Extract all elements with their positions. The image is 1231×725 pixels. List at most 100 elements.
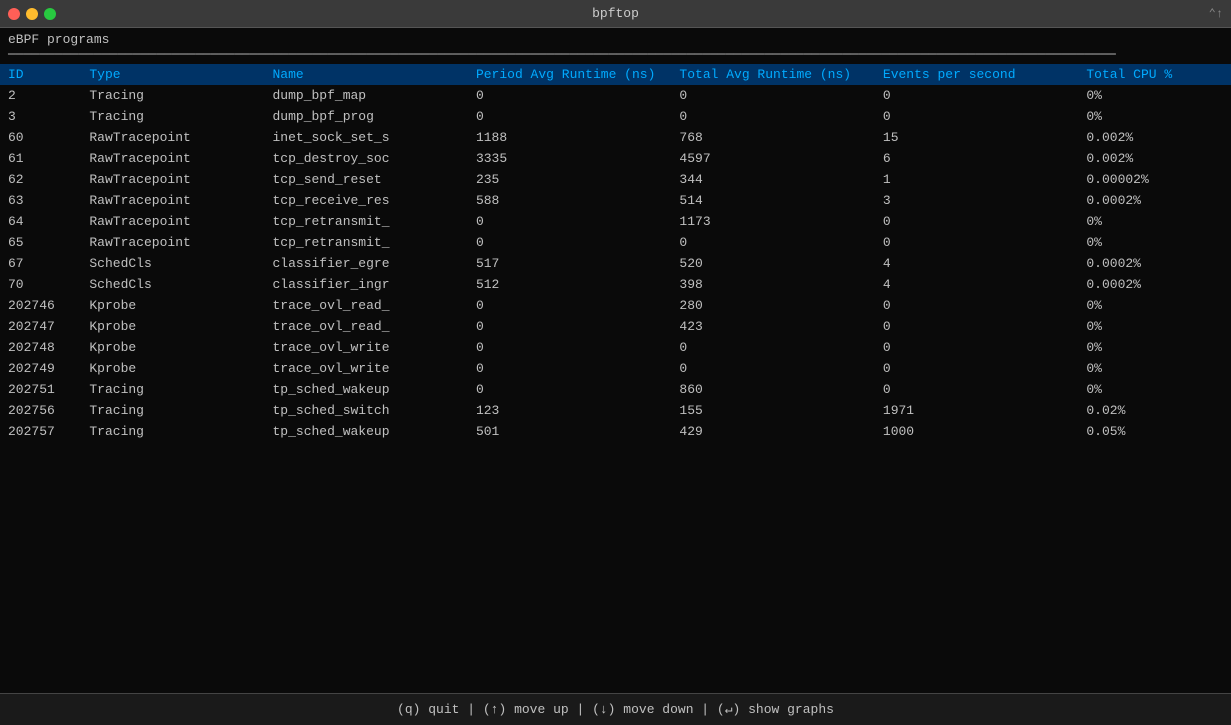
cell-type: Kprobe bbox=[81, 316, 264, 337]
titlebar-shortcut: ⌃↑ bbox=[1209, 6, 1223, 21]
cell-cpu: 0.0002% bbox=[1078, 253, 1231, 274]
cell-period: 512 bbox=[468, 274, 671, 295]
table-row[interactable]: 63RawTracepointtcp_receive_res58851430.0… bbox=[0, 190, 1231, 211]
cell-name: inet_sock_set_s bbox=[264, 127, 467, 148]
col-header-period: Period Avg Runtime (ns) bbox=[468, 64, 671, 85]
cell-total: 398 bbox=[671, 274, 874, 295]
cell-id: 62 bbox=[0, 169, 81, 190]
table-header-row: ID Type Name Period Avg Runtime (ns) Tot… bbox=[0, 64, 1231, 85]
cell-total: 280 bbox=[671, 295, 874, 316]
cell-total: 0 bbox=[671, 232, 874, 253]
table-row[interactable]: 65RawTracepointtcp_retransmit_0000% bbox=[0, 232, 1231, 253]
cell-name: dump_bpf_prog bbox=[264, 106, 467, 127]
cell-id: 60 bbox=[0, 127, 81, 148]
cell-id: 202757 bbox=[0, 421, 81, 442]
cell-type: RawTracepoint bbox=[81, 169, 264, 190]
cell-id: 202751 bbox=[0, 379, 81, 400]
main-content: eBPF programs ──────────────────────────… bbox=[0, 28, 1231, 693]
col-header-id: ID bbox=[0, 64, 81, 85]
cell-events: 4 bbox=[875, 253, 1078, 274]
table-row[interactable]: 67SchedClsclassifier_egre51752040.0002% bbox=[0, 253, 1231, 274]
table-row[interactable]: 60RawTracepointinet_sock_set_s1188768150… bbox=[0, 127, 1231, 148]
section-header: eBPF programs ──────────────────────────… bbox=[0, 28, 1231, 64]
cell-period: 0 bbox=[468, 232, 671, 253]
cell-total: 4597 bbox=[671, 148, 874, 169]
close-button[interactable] bbox=[8, 8, 20, 20]
cell-events: 1971 bbox=[875, 400, 1078, 421]
table-row[interactable]: 3Tracingdump_bpf_prog0000% bbox=[0, 106, 1231, 127]
cell-events: 0 bbox=[875, 316, 1078, 337]
cell-name: tcp_retransmit_ bbox=[264, 211, 467, 232]
cell-events: 0 bbox=[875, 358, 1078, 379]
cell-id: 202746 bbox=[0, 295, 81, 316]
cell-type: RawTracepoint bbox=[81, 232, 264, 253]
cell-events: 15 bbox=[875, 127, 1078, 148]
cell-period: 0 bbox=[468, 295, 671, 316]
table-row[interactable]: 64RawTracepointtcp_retransmit_0117300% bbox=[0, 211, 1231, 232]
cell-period: 588 bbox=[468, 190, 671, 211]
cell-cpu: 0% bbox=[1078, 337, 1231, 358]
cell-period: 0 bbox=[468, 106, 671, 127]
cell-name: tp_sched_switch bbox=[264, 400, 467, 421]
table-row[interactable]: 202746Kprobetrace_ovl_read_028000% bbox=[0, 295, 1231, 316]
table-row[interactable]: 61RawTracepointtcp_destroy_soc3335459760… bbox=[0, 148, 1231, 169]
table-row[interactable]: 202751Tracingtp_sched_wakeup086000% bbox=[0, 379, 1231, 400]
cell-cpu: 0% bbox=[1078, 358, 1231, 379]
cell-events: 0 bbox=[875, 85, 1078, 106]
table-row[interactable]: 202748Kprobetrace_ovl_write0000% bbox=[0, 337, 1231, 358]
cell-events: 1000 bbox=[875, 421, 1078, 442]
cell-name: tcp_retransmit_ bbox=[264, 232, 467, 253]
table-row[interactable]: 2Tracingdump_bpf_map0000% bbox=[0, 85, 1231, 106]
cell-name: tp_sched_wakeup bbox=[264, 421, 467, 442]
cell-period: 1188 bbox=[468, 127, 671, 148]
cell-events: 6 bbox=[875, 148, 1078, 169]
cell-period: 0 bbox=[468, 379, 671, 400]
window-controls bbox=[8, 8, 56, 20]
cell-total: 155 bbox=[671, 400, 874, 421]
cell-total: 520 bbox=[671, 253, 874, 274]
cell-name: tp_sched_wakeup bbox=[264, 379, 467, 400]
cell-id: 63 bbox=[0, 190, 81, 211]
table-row[interactable]: 70SchedClsclassifier_ingr51239840.0002% bbox=[0, 274, 1231, 295]
minimize-button[interactable] bbox=[26, 8, 38, 20]
table-row[interactable]: 62RawTracepointtcp_send_reset23534410.00… bbox=[0, 169, 1231, 190]
cell-type: RawTracepoint bbox=[81, 148, 264, 169]
table-row[interactable]: 202757Tracingtp_sched_wakeup50142910000.… bbox=[0, 421, 1231, 442]
cell-period: 517 bbox=[468, 253, 671, 274]
table-body: 2Tracingdump_bpf_map0000%3Tracingdump_bp… bbox=[0, 85, 1231, 442]
cell-id: 202748 bbox=[0, 337, 81, 358]
cell-type: RawTracepoint bbox=[81, 127, 264, 148]
col-header-type: Type bbox=[81, 64, 264, 85]
cell-cpu: 0% bbox=[1078, 316, 1231, 337]
cell-total: 0 bbox=[671, 337, 874, 358]
table-row[interactable]: 202756Tracingtp_sched_switch12315519710.… bbox=[0, 400, 1231, 421]
cell-type: Tracing bbox=[81, 400, 264, 421]
cell-events: 0 bbox=[875, 106, 1078, 127]
cell-total: 514 bbox=[671, 190, 874, 211]
cell-total: 0 bbox=[671, 358, 874, 379]
cell-id: 65 bbox=[0, 232, 81, 253]
table-row[interactable]: 202749Kprobetrace_ovl_write0000% bbox=[0, 358, 1231, 379]
cell-id: 67 bbox=[0, 253, 81, 274]
cell-name: trace_ovl_write bbox=[264, 337, 467, 358]
cell-type: Kprobe bbox=[81, 295, 264, 316]
cell-period: 0 bbox=[468, 85, 671, 106]
cell-period: 501 bbox=[468, 421, 671, 442]
cell-name: dump_bpf_map bbox=[264, 85, 467, 106]
cell-name: trace_ovl_read_ bbox=[264, 316, 467, 337]
cell-id: 202749 bbox=[0, 358, 81, 379]
cell-cpu: 0.02% bbox=[1078, 400, 1231, 421]
window-title: bpftop bbox=[592, 6, 639, 21]
cell-cpu: 0% bbox=[1078, 295, 1231, 316]
cell-cpu: 0.00002% bbox=[1078, 169, 1231, 190]
cell-cpu: 0.05% bbox=[1078, 421, 1231, 442]
cell-cpu: 0.002% bbox=[1078, 148, 1231, 169]
cell-id: 202756 bbox=[0, 400, 81, 421]
table-row[interactable]: 202747Kprobetrace_ovl_read_042300% bbox=[0, 316, 1231, 337]
titlebar: bpftop ⌃↑ bbox=[0, 0, 1231, 28]
cell-period: 0 bbox=[468, 358, 671, 379]
cell-total: 0 bbox=[671, 106, 874, 127]
cell-total: 344 bbox=[671, 169, 874, 190]
cell-name: trace_ovl_write bbox=[264, 358, 467, 379]
maximize-button[interactable] bbox=[44, 8, 56, 20]
